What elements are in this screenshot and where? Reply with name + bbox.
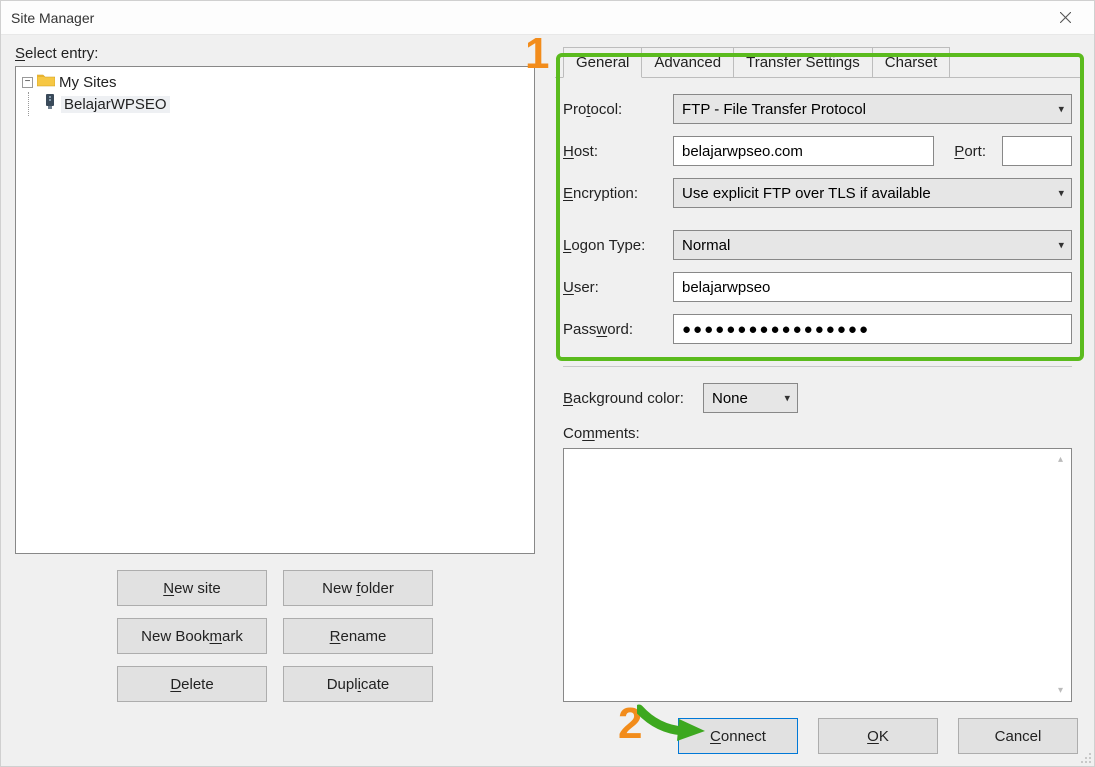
host-label: Host: [563,143,663,160]
divider [563,366,1072,367]
delete-button[interactable]: Delete [117,666,267,702]
password-input[interactable] [673,314,1072,344]
protocol-select[interactable]: FTP - File Transfer Protocol [673,94,1072,124]
tab-transfer-settings[interactable]: Transfer Settings [733,47,873,77]
user-label: User: [563,279,663,296]
logon-type-label: Logon Type: [563,237,663,254]
right-panel: General Advanced Transfer Settings Chars… [555,45,1080,702]
tree-root-label: My Sites [59,74,117,91]
tab-advanced[interactable]: Advanced [641,47,734,77]
tab-general[interactable]: General [563,47,642,78]
user-input[interactable] [673,272,1072,302]
new-site-button[interactable]: New site [117,570,267,606]
server-icon [43,93,57,115]
rename-button[interactable]: Rename [283,618,433,654]
folder-icon [37,73,55,91]
tree-root[interactable]: − My Sites [20,72,530,92]
host-input[interactable] [673,136,934,166]
encryption-select[interactable]: Use explicit FTP over TLS if available [673,178,1072,208]
select-entry-label: Select entry: [15,45,535,62]
site-manager-window: Site Manager Select entry: − My Sites [0,0,1095,767]
comments-textarea[interactable]: ▴ ▾ [563,448,1072,702]
site-buttons: New site New folder New Bookmark Rename … [15,570,535,702]
tree-collapse-icon[interactable]: − [22,77,33,88]
close-icon [1060,12,1071,23]
duplicate-button[interactable]: Duplicate [283,666,433,702]
annotation-number-2: 2 [618,699,642,749]
footer: Connect OK Cancel [1,708,1094,766]
bgcolor-select[interactable]: None [703,383,798,413]
scroll-down-icon[interactable]: ▾ [1052,682,1069,699]
close-button[interactable] [1043,4,1088,32]
tab-content-general: Protocol: FTP - File Transfer Protocol ▾… [555,77,1080,702]
protocol-label: Protocol: [563,101,663,118]
ok-button[interactable]: OK [818,718,938,754]
tree-site-label: BelajarWPSEO [61,96,170,113]
bgcolor-label: Background color: [563,390,693,407]
encryption-label: Encryption: [563,185,663,202]
scroll-up-icon[interactable]: ▴ [1052,451,1069,468]
password-label: Password: [563,321,663,338]
port-input[interactable] [1002,136,1072,166]
site-tree[interactable]: − My Sites BelajarWPSEO [15,66,535,554]
annotation-number-1: 1 [525,29,549,79]
left-panel: Select entry: − My Sites BelajarWPSEO [15,45,535,702]
cancel-button[interactable]: Cancel [958,718,1078,754]
comments-label: Comments: [563,425,1072,442]
port-label: Port: [954,143,986,160]
window-title: Site Manager [11,10,94,26]
new-folder-button[interactable]: New folder [283,570,433,606]
connect-button[interactable]: Connect [678,718,798,754]
content-area: Select entry: − My Sites BelajarWPSEO [1,35,1094,708]
resize-grip-icon[interactable] [1078,750,1092,764]
tabs: General Advanced Transfer Settings Chars… [563,47,1080,77]
logon-type-select[interactable]: Normal [673,230,1072,260]
tree-site-item[interactable]: BelajarWPSEO [41,92,530,116]
new-bookmark-button[interactable]: New Bookmark [117,618,267,654]
tab-charset[interactable]: Charset [872,47,951,77]
